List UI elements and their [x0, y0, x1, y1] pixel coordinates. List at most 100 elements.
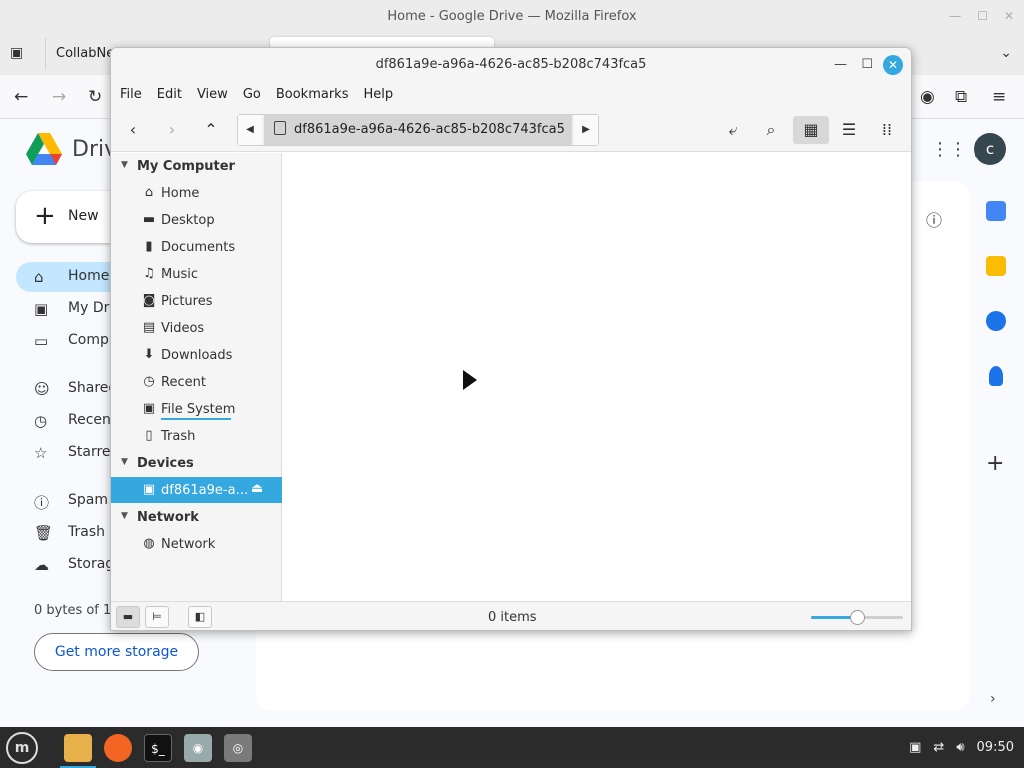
start-menu-button[interactable]: m — [6, 732, 38, 764]
close-icon[interactable]: ✕ — [1004, 0, 1014, 33]
back-icon[interactable]: ← — [14, 87, 28, 107]
zoom-handle[interactable] — [850, 610, 865, 625]
item-count: 0 items — [488, 610, 537, 625]
calendar-icon[interactable] — [986, 201, 1006, 221]
minimize-icon[interactable]: — — [834, 48, 847, 82]
chevron-down-icon[interactable]: ⌄ — [1000, 45, 1012, 61]
folder-icon — [64, 734, 92, 762]
toggle-location-icon[interactable]: ⤶ — [719, 116, 747, 144]
reload-icon[interactable]: ↻ — [88, 87, 102, 107]
path-crumb[interactable]: df861a9e-a96a-4626-ac85-b208c743fca5 — [264, 115, 572, 145]
clock[interactable]: 09:50 — [977, 740, 1014, 755]
tab-list-icon[interactable]: ▣ — [10, 45, 28, 63]
forward-icon[interactable]: › — [158, 116, 186, 144]
drive-tray-icon[interactable]: ▣ — [909, 740, 921, 755]
sidebar-item-file-system[interactable]: ▣ File System — [111, 396, 282, 422]
section-title: Devices — [137, 456, 194, 471]
show-places-icon[interactable]: ▬ — [116, 606, 140, 628]
maximize-icon[interactable]: ☐ — [977, 0, 988, 33]
avatar[interactable]: c — [974, 133, 1006, 165]
add-addon-icon[interactable]: + — [986, 451, 1004, 476]
sidebar-item-label: Network — [161, 537, 216, 552]
nav-label: Home — [68, 268, 110, 284]
shared-icon: ☺ — [34, 380, 50, 398]
info-icon[interactable]: ⓘ — [926, 207, 942, 231]
tasks-icon[interactable] — [986, 311, 1006, 331]
taskbar-terminal[interactable]: $_ — [140, 731, 176, 765]
back-icon[interactable]: ‹ — [119, 116, 147, 144]
file-manager-titlebar: df861a9e-a96a-4626-ac85-b208c743fca5 — ☐… — [111, 48, 911, 82]
forward-icon[interactable]: → — [52, 87, 66, 107]
extensions-icon[interactable]: ⧉ — [955, 87, 967, 107]
maximize-icon[interactable]: ☐ — [861, 48, 873, 82]
get-more-storage-button[interactable]: Get more storage — [34, 633, 199, 671]
path-scroll-left-icon[interactable]: ◀ — [238, 115, 262, 145]
sidebar-item-network[interactable]: ◍ Network — [111, 531, 282, 557]
expand-triangle-icon: ▼ — [121, 511, 128, 521]
cloud-icon: ☁ — [34, 556, 49, 574]
sidebar-item-label: Videos — [161, 321, 205, 336]
path-scroll-right-icon[interactable]: ▶ — [574, 115, 598, 145]
taskbar-firefox[interactable] — [100, 731, 136, 765]
taskbar-app[interactable]: ◎ — [220, 731, 256, 765]
taskbar-chrome[interactable]: ◉ — [180, 731, 216, 765]
menu-bookmarks[interactable]: Bookmarks — [275, 82, 358, 108]
sidebar-item-home[interactable]: ⌂ Home — [111, 180, 282, 206]
keep-icon[interactable] — [986, 256, 1006, 276]
sidebar-item-recent[interactable]: ◷ Recent — [111, 369, 282, 395]
zoom-slider[interactable] — [811, 610, 903, 625]
sidebar-item-downloads[interactable]: ⬇ Downloads — [111, 342, 282, 368]
taskbar-files[interactable] — [60, 731, 96, 768]
up-icon[interactable]: ⌃ — [197, 116, 225, 144]
menu-help[interactable]: Help — [362, 82, 402, 108]
section-my-computer[interactable]: ▼ My Computer — [111, 155, 282, 179]
icon-view-icon[interactable]: ▦ — [793, 116, 829, 144]
nav-label: Storag — [68, 556, 115, 572]
videos-icon: ▤ — [142, 320, 156, 335]
new-label: New — [68, 208, 99, 224]
sidebar-item-label: Recent — [161, 375, 206, 390]
trash-icon: 🗑 — [34, 524, 54, 542]
sidebar-item-trash[interactable]: ▯ Trash — [111, 423, 282, 449]
sidebar-item-videos[interactable]: ▤ Videos — [111, 315, 282, 341]
section-network[interactable]: ▼ Network — [111, 506, 282, 530]
menu-edit[interactable]: Edit — [156, 82, 191, 108]
show-treeview-icon[interactable]: ⊨ — [145, 606, 169, 628]
compact-view-icon[interactable]: ⁞⁞ — [873, 116, 901, 144]
sidebar-item-desktop[interactable]: ▬ Desktop — [111, 207, 282, 233]
menu-view[interactable]: View — [196, 82, 237, 108]
close-icon[interactable]: ✕ — [883, 55, 903, 75]
chrome-icon: ◉ — [184, 734, 212, 762]
nav-label: Spam — [68, 492, 108, 508]
volume-icon[interactable]: 🔊︎ — [956, 740, 964, 755]
section-devices[interactable]: ▼ Devices — [111, 452, 282, 476]
contacts-icon[interactable] — [989, 366, 1003, 386]
sidebar-item-device[interactable]: ▣ df861a9e-a… ⏏ — [111, 477, 282, 503]
expand-triangle-icon: ▼ — [121, 160, 128, 170]
usage-bar — [161, 418, 231, 420]
list-view-icon[interactable]: ☰ — [835, 116, 863, 144]
firefox-window-title: Home - Google Drive — Mozilla Firefox — [387, 9, 637, 24]
star-icon: ☆ — [34, 444, 48, 462]
minimize-icon[interactable]: — — [949, 0, 961, 33]
hide-sidebar-icon[interactable]: ◧ — [188, 606, 212, 628]
nav-label: Trash — [68, 524, 105, 540]
sidebar-item-label: Music — [161, 267, 198, 282]
menu-go[interactable]: Go — [242, 82, 270, 108]
search-icon[interactable]: ⌕ — [757, 116, 785, 144]
account-icon[interactable]: ◉ — [920, 87, 935, 107]
firefox-icon — [104, 734, 132, 762]
spam-icon: ⓘ — [34, 494, 50, 512]
network-tray-icon[interactable]: ⇄ — [933, 740, 944, 755]
sidebar-item-pictures[interactable]: ◙ Pictures — [111, 288, 282, 314]
sidebar-item-music[interactable]: ♫ Music — [111, 261, 282, 287]
file-list-area[interactable] — [283, 153, 911, 601]
home-icon: ⌂ — [144, 185, 154, 200]
firefox-titlebar: Home - Google Drive — Mozilla Firefox — … — [0, 0, 1024, 33]
eject-icon[interactable]: ⏏ — [251, 481, 263, 496]
sidebar-item-label: Pictures — [161, 294, 213, 309]
menu-file[interactable]: File — [119, 82, 151, 108]
sidebar-item-documents[interactable]: ▮ Documents — [111, 234, 282, 260]
menu-icon[interactable]: ≡ — [992, 87, 1006, 107]
chevron-right-icon[interactable]: › — [990, 691, 996, 707]
